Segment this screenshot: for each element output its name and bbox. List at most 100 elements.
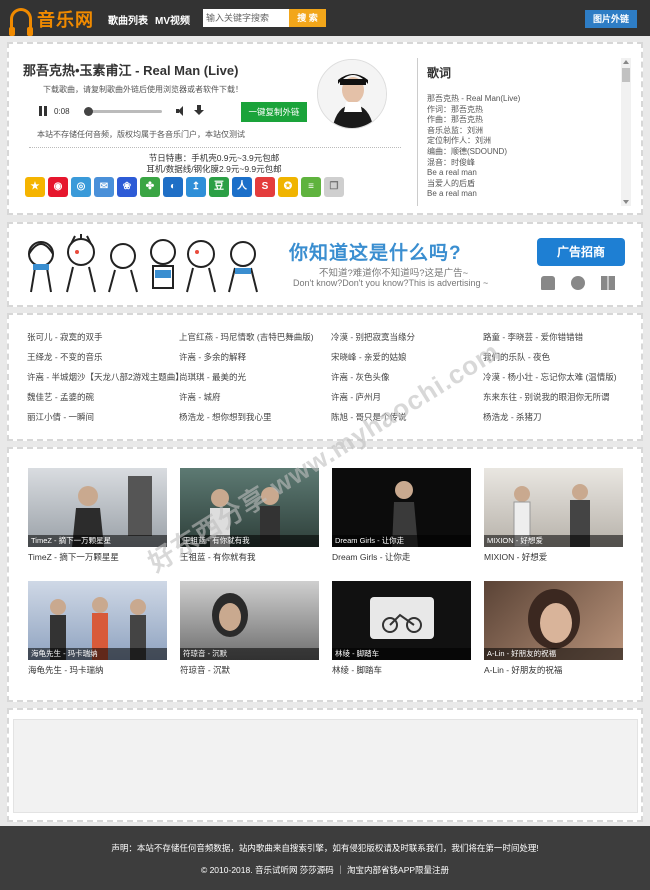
ad-subtitle-en: Don't know?Don't you know?This is advert… <box>293 278 489 288</box>
mv-title[interactable]: Dream Girls - 让你走 <box>332 551 471 563</box>
song-item[interactable]: 魏佳艺 - 孟婆的碗 <box>27 389 179 406</box>
renren-people-icon[interactable]: 人 <box>232 177 252 197</box>
mv-thumbnail[interactable]: Dream Girls - 让你走 <box>332 468 471 547</box>
mv-thumbnail[interactable]: 林绫 - 脚踏车 <box>332 581 471 660</box>
volume-icon[interactable] <box>175 106 186 116</box>
song-item[interactable]: 东来东往 - 别说我的眼泪你无所谓 <box>483 389 635 406</box>
song-item[interactable]: 杨浩龙 - 想你想到我心里 <box>179 409 331 426</box>
mv-caption: 王祖蓝 - 有你就有我 <box>180 535 319 547</box>
lyric-line: Be a real man <box>427 189 477 199</box>
mv-panel: TimeZ - 摘下一万颗星星 TimeZ - 摘下一万颗星星 王祖蓝 - 有你… <box>7 447 643 702</box>
ad-subtitle-cn: 不知道?难道你不知道吗?这是广告~ <box>319 268 469 279</box>
song-item[interactable]: 冷漠 - 杨小壮 - 忘记你太难 (温情版) <box>483 369 635 386</box>
logo-text: 音乐网 <box>37 10 94 30</box>
song-item[interactable]: 宋晓峰 - 亲爱的姑娘 <box>331 349 483 366</box>
copy-icon[interactable]: ❐ <box>324 177 344 197</box>
song-item[interactable]: 上官红燕 - 玛尼情歌 (吉特巴舞曲版) <box>179 329 331 346</box>
platform-icons <box>541 276 615 290</box>
mv-caption: Dream Girls - 让你走 <box>332 535 471 547</box>
qzone-icon[interactable]: ★ <box>25 177 45 197</box>
weibo-icon[interactable]: ◉ <box>48 177 68 197</box>
ad-headline: 你知道这是什么吗? <box>289 243 462 264</box>
lyrics-heading: 歌词 <box>427 66 452 80</box>
song-item[interactable]: 王绎龙 - 不变的音乐 <box>27 349 179 366</box>
lyric-line: Be a real man <box>427 168 477 178</box>
song-title: 那吾克热•玉素甫江 - Real Man (Live) <box>23 63 239 78</box>
mv-thumbnail[interactable]: A-Lin - 好朋友的祝福 <box>484 581 623 660</box>
song-item[interactable]: 我们的乐队 - 夜色 <box>483 349 635 366</box>
song-item[interactable]: 许嵩 - 多余的解释 <box>179 349 331 366</box>
divider <box>29 147 401 148</box>
nav-mv-video[interactable]: MV视频 <box>155 12 190 27</box>
artist-avatar <box>317 59 387 129</box>
mv-thumbnail[interactable]: 王祖蓝 - 有你就有我 <box>180 468 319 547</box>
song-item[interactable]: 陈旭 - 哥只是个传说 <box>331 409 483 426</box>
search-input[interactable] <box>203 9 289 27</box>
lyric-line: 编曲：顺德(SDOUND) <box>427 146 507 156</box>
promo-line-2[interactable]: 耳机/数据线/钢化膜2.9元~9.9元包邮 <box>9 163 419 175</box>
pause-icon[interactable] <box>39 106 47 116</box>
star-icon[interactable]: ✪ <box>278 177 298 197</box>
kaixin-icon[interactable]: ✤ <box>140 177 160 197</box>
mv-card[interactable]: 王祖蓝 - 有你就有我 王祖蓝 - 有你就有我 <box>180 468 319 574</box>
mv-card[interactable]: Dream Girls - 让你走 Dream Girls - 让你走 <box>332 468 471 574</box>
mv-thumbnail[interactable]: TimeZ - 摘下一万颗星星 <box>28 468 167 547</box>
progress-track[interactable] <box>83 106 162 116</box>
mv-title[interactable]: A-Lin - 好朋友的祝福 <box>484 664 623 676</box>
mv-caption: 海龟先生 - 玛卡瑞纳 <box>28 648 167 660</box>
song-item[interactable]: 许嵩 - 庐州月 <box>331 389 483 406</box>
renren-icon[interactable]: ◐ <box>163 177 183 197</box>
share-icon[interactable]: ↥ <box>186 177 206 197</box>
song-item[interactable]: 许嵩 - 半城烟沙【天龙八部2游戏主题曲】 <box>27 369 179 386</box>
baidu-icon[interactable]: ❀ <box>117 177 137 197</box>
mv-caption: 林绫 - 脚踏车 <box>332 648 471 660</box>
scroll-thumb[interactable] <box>622 68 630 82</box>
mv-card[interactable]: A-Lin - 好朋友的祝福 A-Lin - 好朋友的祝福 <box>484 581 623 687</box>
song-item[interactable]: 路童 - 李晓芸 - 爱你错错错 <box>483 329 635 346</box>
mv-title[interactable]: MIXION - 好想爱 <box>484 551 623 563</box>
nav-song-list[interactable]: 歌曲列表 <box>108 12 148 27</box>
mv-thumbnail[interactable]: 符琼音 - 沉默 <box>180 581 319 660</box>
tencent-weibo-icon[interactable]: ◎ <box>71 177 91 197</box>
song-item[interactable]: 尚琪琪 - 最美的光 <box>179 369 331 386</box>
mv-title[interactable]: 王祖蓝 - 有你就有我 <box>180 551 319 563</box>
scroll-up-icon[interactable] <box>623 60 629 64</box>
song-item[interactable]: 丽江小倩 - 一瞬间 <box>27 409 179 426</box>
mv-title[interactable]: 海龟先生 - 玛卡瑞纳 <box>28 664 167 676</box>
mv-title[interactable]: TimeZ - 摘下一万颗星星 <box>28 551 167 563</box>
lyrics-separator <box>417 58 418 206</box>
scroll-down-icon[interactable] <box>623 200 629 204</box>
ad-banner[interactable]: 你知道这是什么吗? 不知道?难道你不知道吗?这是广告~ Don't know?D… <box>7 222 643 307</box>
mv-card[interactable]: TimeZ - 摘下一万颗星星 TimeZ - 摘下一万颗星星 <box>28 468 167 574</box>
song-item[interactable]: 冷漠 - 别把寂寞当缘分 <box>331 329 483 346</box>
song-item[interactable]: 许嵩 - 灰色头像 <box>331 369 483 386</box>
mv-card[interactable]: 林绫 - 脚踏车 林绫 - 脚踏车 <box>332 581 471 687</box>
mv-card[interactable]: 符琼音 - 沉默 符琼音 - 沉默 <box>180 581 319 687</box>
mv-title[interactable]: 林绫 - 脚踏车 <box>332 664 471 676</box>
mv-thumbnail[interactable]: 海龟先生 - 玛卡瑞纳 <box>28 581 167 660</box>
play-time: 0:08 <box>54 106 70 116</box>
image-link-button[interactable]: 图片外链 <box>585 10 637 28</box>
download-icon[interactable] <box>193 105 204 117</box>
feed-icon[interactable]: ≡ <box>301 177 321 197</box>
douban-icon[interactable]: 豆 <box>209 177 229 197</box>
progress-knob[interactable] <box>84 106 94 116</box>
mv-thumbnail[interactable]: MIXION - 好想爱 <box>484 468 623 547</box>
site-logo[interactable]: 音乐网 <box>9 6 94 36</box>
mv-card[interactable]: MIXION - 好想爱 MIXION - 好想爱 <box>484 468 623 574</box>
lyrics-scrollbar[interactable] <box>621 58 631 206</box>
search-button[interactable]: 搜 索 <box>289 9 326 27</box>
song-item[interactable]: 杨浩龙 - 杀猪刀 <box>483 409 635 426</box>
mv-title[interactable]: 符琼音 - 沉默 <box>180 664 319 676</box>
lyrics-list: 那吾克热 - Real Man(Live) 作词：那吾克热 作曲：那吾克热 音乐… <box>427 94 520 200</box>
footer-copyright[interactable]: © 2010-2018. 音乐试听网 莎莎源码 ｜ 淘宝内部省钱APP限量注册 <box>0 864 650 876</box>
sohu-icon[interactable]: S <box>255 177 275 197</box>
song-list-panel: 张可儿 - 寂寞的双手 上官红燕 - 玛尼情歌 (吉特巴舞曲版) 冷漠 - 别把… <box>7 313 643 441</box>
copy-link-button[interactable]: 一键复制外链 <box>241 102 307 122</box>
empty-content-box <box>13 719 638 813</box>
mail-icon[interactable]: ✉ <box>94 177 114 197</box>
ad-contact-button[interactable]: 广告招商 <box>537 238 625 266</box>
mv-card[interactable]: 海龟先生 - 玛卡瑞纳 海龟先生 - 玛卡瑞纳 <box>28 581 167 687</box>
song-item[interactable]: 许嵩 - 城府 <box>179 389 331 406</box>
song-item[interactable]: 张可儿 - 寂寞的双手 <box>27 329 179 346</box>
